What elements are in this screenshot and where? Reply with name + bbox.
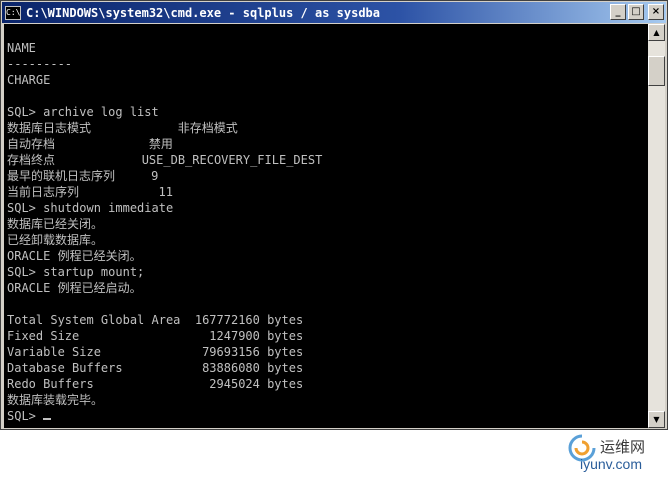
minimize-button[interactable]: _: [610, 4, 626, 20]
console-prompt-line[interactable]: SQL>: [4, 408, 648, 424]
console-output[interactable]: NAME --------- CHARGE SQL> archive log l…: [4, 24, 648, 428]
console-line: Variable Size 79693156 bytes: [7, 345, 304, 359]
cmd-window: C:\ C:\WINDOWS\system32\cmd.exe - sqlplu…: [0, 0, 668, 430]
console-line: 已经卸载数据库。: [7, 233, 104, 247]
window-title: C:\WINDOWS\system32\cmd.exe - sqlplus / …: [26, 5, 381, 20]
console-line: ---------: [7, 57, 73, 71]
console-line: Redo Buffers 2945024 bytes: [7, 377, 304, 391]
watermark: 运维网 iyunv.com: [560, 430, 668, 479]
console-line: 最早的联机日志序列 9: [7, 169, 159, 183]
close-button[interactable]: ×: [648, 4, 664, 20]
scroll-down-button[interactable]: ▼: [648, 411, 665, 428]
console-line: Fixed Size 1247900 bytes: [7, 329, 304, 343]
scroll-up-button[interactable]: ▲: [648, 24, 665, 41]
console-line: ORACLE 例程已经关闭。: [7, 249, 142, 263]
console-line: 数据库日志模式 非存档模式: [7, 121, 238, 135]
text-cursor: [43, 418, 52, 420]
console-line: SQL> archive log list: [7, 105, 159, 119]
scroll-thumb[interactable]: [648, 56, 665, 86]
title-bar[interactable]: C:\ C:\WINDOWS\system32\cmd.exe - sqlplu…: [2, 2, 666, 23]
console-line: NAME: [7, 41, 36, 55]
console-prompt: SQL>: [7, 409, 44, 423]
watermark-url-text: iyunv.com: [580, 456, 642, 472]
console-line: 数据库已经关闭。: [7, 217, 104, 231]
cmd-icon[interactable]: C:\: [5, 5, 21, 20]
console-line: Database Buffers 83886080 bytes: [7, 361, 304, 375]
window-controls: _ □ ×: [610, 4, 664, 20]
console-line: CHARGE: [7, 73, 51, 87]
console-line: 存档终点 USE_DB_RECOVERY_FILE_DEST: [7, 153, 323, 167]
console-line: SQL> shutdown immediate: [7, 201, 174, 215]
watermark-cn-text: 运维网: [600, 438, 646, 456]
console-line: ORACLE 例程已经启动。: [7, 281, 142, 295]
console-line: 自动存档 禁用: [7, 137, 173, 151]
console-line: Total System Global Area 167772160 bytes: [7, 313, 304, 327]
maximize-button[interactable]: □: [628, 4, 644, 20]
console-line: 当前日志序列 11: [7, 185, 173, 199]
console-line: SQL> startup mount;: [7, 265, 145, 279]
vertical-scrollbar[interactable]: ▲ ▼: [648, 24, 665, 428]
console-line: 数据库装载完毕。: [7, 393, 104, 407]
